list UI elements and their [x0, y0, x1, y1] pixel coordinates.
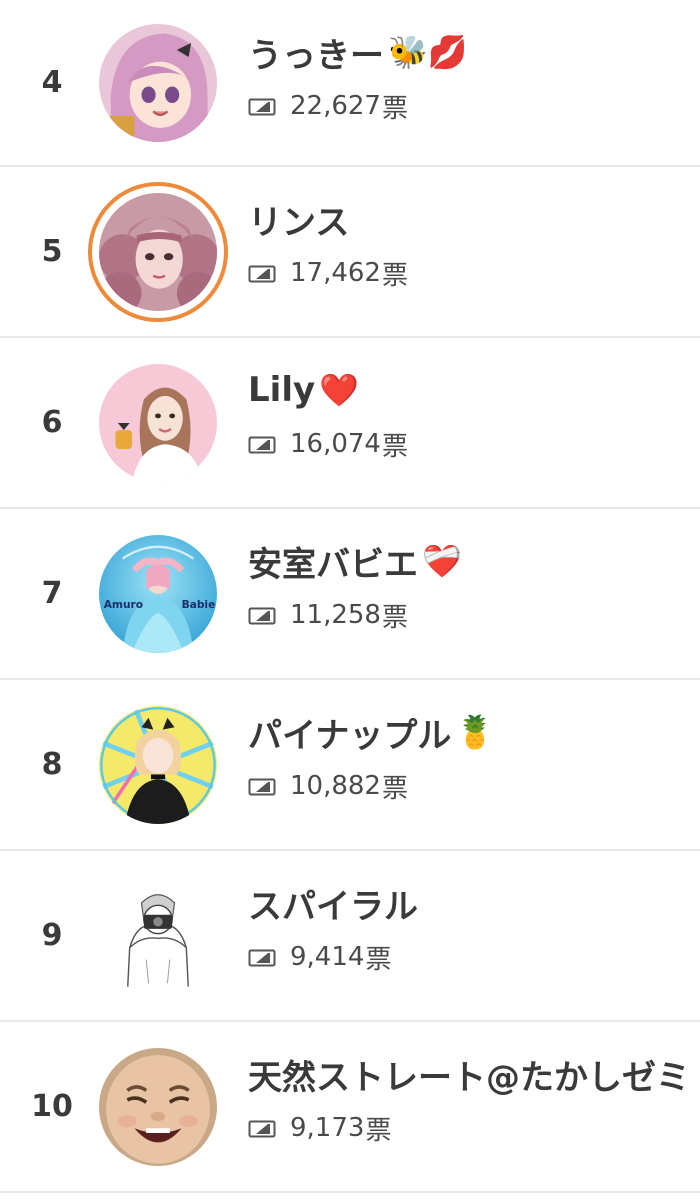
avatar[interactable]	[99, 23, 217, 142]
vote-count: 10,882 票	[248, 768, 408, 804]
entry-name: 天然ストレート@たかしゼミ	[248, 1050, 690, 1098]
entry-name-text: うっきー	[248, 35, 384, 76]
avatar-babie-label: Babie	[182, 598, 216, 611]
ranking-row[interactable]: 7 Amuro Babie	[0, 509, 700, 680]
entry-info: パイナップル 🍍 10,882 票	[248, 680, 700, 849]
ranking-row[interactable]: 6 Lily ❤️ 16,074 票	[0, 338, 700, 509]
ranking-row[interactable]: 8 パイナップル 🍍 10,882 票	[0, 680, 700, 851]
entry-name-text: リンス	[248, 202, 350, 243]
entry-info: スパイラル 9,414 票	[248, 851, 700, 1020]
ticket-icon	[248, 607, 276, 625]
ticket-icon	[248, 265, 276, 283]
blonde-woman-yellow-background-avatar-image	[99, 705, 217, 824]
rank-number: 7	[41, 576, 63, 611]
vote-count: 17,462 票	[248, 255, 408, 291]
vote-count: 16,074 票	[248, 426, 408, 462]
ticket-icon	[248, 1120, 276, 1138]
entry-info: リンス 17,462 票	[248, 167, 700, 336]
ticket-icon	[248, 436, 276, 454]
avatar[interactable]	[99, 1047, 217, 1166]
ranking-row[interactable]: 10 天然ストレート@たかしゼミ 9,173 票	[0, 1022, 700, 1193]
ranking-row[interactable]: 4 うっきー 🐝💋 22,627 票	[0, 0, 700, 167]
pineapple-emoji: 🍍	[455, 713, 496, 751]
entry-name: パイナップル 🍍	[248, 708, 495, 756]
vote-unit: 票	[381, 93, 408, 124]
bee-kiss-emoji: 🐝💋	[388, 33, 468, 71]
pink-curly-hair-avatar-image	[99, 192, 217, 311]
ranking-row[interactable]: 5 リンス 17,462 票	[0, 167, 700, 338]
entry-name-text: 天然ストレート@たかしゼミ	[248, 1057, 690, 1098]
vote-unit: 票	[381, 260, 408, 291]
avatar-highlighted[interactable]	[88, 181, 228, 322]
vote-count: 9,414 票	[248, 939, 391, 975]
entry-name: Lily ❤️	[248, 366, 359, 414]
anime-pink-hair-avatar-image	[99, 23, 217, 142]
entry-name-text: 安室バビエ	[248, 544, 418, 585]
vote-number: 11,258	[290, 600, 381, 630]
rank-number: 6	[41, 405, 63, 440]
entry-info: Lily ❤️ 16,074 票	[248, 338, 700, 507]
rank-number: 10	[31, 1089, 73, 1124]
rank-number: 8	[41, 747, 63, 782]
entry-name-text: パイナップル	[248, 715, 452, 756]
avatar[interactable]	[99, 876, 217, 995]
ranking-list: 4 うっきー 🐝💋 22,627 票 5 リンス 17,462 票 6 Lily…	[0, 0, 700, 1193]
ranking-row[interactable]: 9 スパイラル 9,414 票	[0, 851, 700, 1022]
ticket-icon	[248, 98, 276, 116]
vote-number: 16,074	[290, 429, 381, 459]
avatar[interactable]	[99, 705, 217, 824]
entry-info: 天然ストレート@たかしゼミ 9,173 票	[248, 1022, 700, 1191]
vote-number: 9,414	[290, 942, 365, 972]
entry-info: 安室バビエ ❤️‍🩹 11,258 票	[248, 509, 700, 678]
ticket-icon	[248, 949, 276, 967]
entry-name: うっきー 🐝💋	[248, 28, 468, 76]
entry-name: スパイラル	[248, 879, 418, 927]
laughing-baby-face-avatar-image	[99, 1047, 217, 1166]
vote-count: 22,627 票	[248, 88, 408, 124]
rank-number: 4	[41, 65, 63, 100]
vote-count: 9,173 票	[248, 1110, 391, 1146]
vote-number: 10,882	[290, 771, 381, 801]
vote-count: 11,258 票	[248, 597, 408, 633]
heart-emoji: ❤️	[319, 371, 359, 409]
vote-unit: 票	[381, 431, 408, 462]
entry-info: うっきー 🐝💋 22,627 票	[248, 0, 700, 165]
entry-name-text: スパイラル	[248, 886, 418, 927]
ticket-icon	[248, 778, 276, 796]
avatar-amuro-label: Amuro	[104, 598, 143, 611]
vote-number: 17,462	[290, 258, 381, 288]
entry-name: 安室バビエ ❤️‍🩹	[248, 537, 462, 585]
vote-number: 22,627	[290, 91, 381, 121]
entry-name-text: Lily	[248, 370, 316, 410]
vote-number: 9,173	[290, 1113, 365, 1143]
avatar-image-wrap	[99, 192, 217, 311]
entry-name: リンス	[248, 195, 349, 243]
vote-unit: 票	[381, 773, 408, 804]
mending-heart-emoji: ❤️‍🩹	[422, 542, 462, 580]
rank-number: 9	[41, 918, 63, 953]
sketch-man-with-camera-avatar-image	[99, 876, 217, 995]
vote-unit: 票	[381, 602, 408, 633]
vote-unit: 票	[365, 1115, 392, 1146]
vote-unit: 票	[365, 944, 392, 975]
blue-dress-avatar-image: Amuro Babie	[99, 534, 217, 653]
woman-pink-background-avatar-image	[99, 363, 217, 482]
avatar[interactable]: Amuro Babie	[99, 534, 217, 653]
avatar[interactable]	[99, 363, 217, 482]
